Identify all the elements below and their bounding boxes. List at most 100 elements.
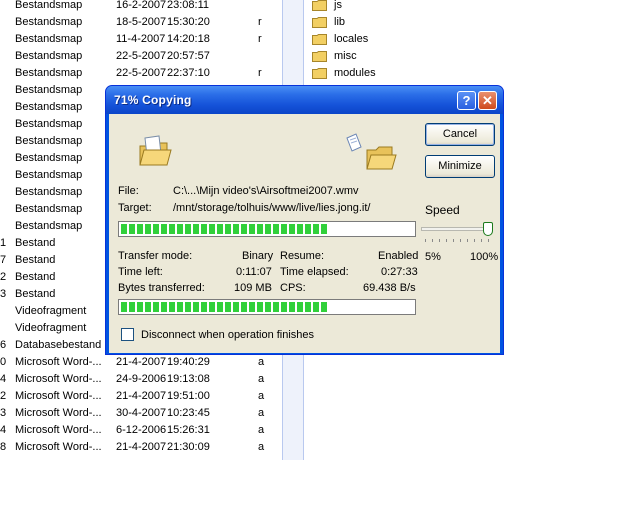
file-type: Bestandsmap [15,135,83,147]
folder-icon [312,68,327,79]
file-type: Databasebestand [15,339,102,351]
cps-label: CPS: [280,282,306,294]
speed-tick [425,239,426,242]
disconnect-label[interactable]: Disconnect when operation finishes [141,329,314,341]
folder-icon [312,34,327,45]
file-row-lead: 7 [0,254,6,266]
file-type: Bestandsmap [15,50,83,62]
file-row-lead: 0 [0,356,6,368]
file-progress-bar [118,221,416,237]
file-type: Videofragment [15,322,87,334]
file-date: 30-4-2007 [116,407,167,419]
folder-name: misc [334,50,357,62]
time-left-label: Time left: [118,266,163,278]
file-date: 16-2-2007 [116,0,167,11]
file-attributes: a [258,373,265,385]
cps-value: 69.438 B/s [363,282,416,294]
file-type: Microsoft Word-... [15,424,102,436]
minimize-button[interactable]: Minimize [425,155,495,178]
file-date: 18-5-2007 [116,16,167,28]
file-type: Bestand [15,288,56,300]
file-attributes: a [258,441,265,453]
cancel-button[interactable]: Cancel [425,123,495,146]
speed-label: Speed [425,203,460,217]
file-type: Bestandsmap [15,186,83,198]
file-time: 19:51:00 [167,390,210,402]
file-attributes: a [258,407,265,419]
file-row-lead: 1 [0,237,6,249]
speed-tick [460,239,461,242]
folder-list: js lib locales misc modules [305,0,505,90]
file-date: 24-9-2006 [116,373,167,385]
bytes-transferred-value: 109 MB [234,282,272,294]
folder-icon [312,17,327,28]
folder-icon [312,0,327,11]
speed-slider[interactable] [421,222,494,236]
source-folder-icon [139,135,172,166]
total-progress-fill [121,302,328,312]
file-label: File: [118,185,139,197]
total-progress-bar [118,299,416,315]
file-type: Bestandsmap [15,169,83,181]
copy-dialog: 71% Copying ? ✕ Cancel Minimize File: C:… [105,85,504,355]
file-type: Microsoft Word-... [15,356,102,368]
file-type: Microsoft Word-... [15,441,102,453]
file-date: 22-5-2007 [116,67,167,79]
speed-tick [467,239,468,242]
dialog-titlebar[interactable]: 71% Copying ? ✕ [106,86,503,114]
speed-max-label: 100% [470,251,499,263]
file-type: Bestandsmap [15,33,83,45]
file-type: Microsoft Word-... [15,373,102,385]
file-type: Bestandsmap [15,101,83,113]
file-type: Bestand [15,237,56,249]
file-time: 20:57:57 [167,50,210,62]
speed-tick [453,239,454,242]
file-attributes: r [258,67,262,79]
file-value: C:\...\Mijn video's\Airsoftmei2007.wmv [173,185,359,197]
folder-name: locales [334,33,369,45]
dialog-title: 71% Copying [114,93,192,107]
file-row-lead: 4 [0,424,6,436]
dialog-body: Cancel Minimize File: C:\...\Mijn video'… [109,114,500,353]
speed-slider-thumb[interactable] [483,222,493,236]
file-row-lead: 6 [0,339,6,351]
file-date: 6-12-2006 [116,424,167,436]
file-row-lead: 2 [0,390,6,402]
resume-value: Enabled [378,250,419,262]
file-type: Bestandsmap [15,0,83,11]
help-button[interactable]: ? [457,91,476,110]
file-type: Microsoft Word-... [15,407,102,419]
transfer-mode-label: Transfer mode: [118,250,193,262]
speed-tick [488,239,489,242]
time-left-value: 0:11:07 [236,266,272,278]
flying-page-icon [346,133,362,152]
file-date: 21-4-2007 [116,356,167,368]
file-attributes: a [258,390,265,402]
file-time: 15:26:31 [167,424,210,436]
speed-tick [481,239,482,242]
file-date: 21-4-2007 [116,441,167,453]
file-attributes: a [258,424,265,436]
folder-name: lib [334,16,346,28]
folder-name: modules [334,67,376,79]
file-attributes: r [258,33,262,45]
file-type: Bestand [15,271,56,283]
folder-icon [312,51,327,62]
file-row-lead: 3 [0,407,6,419]
target-label: Target: [118,202,152,214]
folder-name: js [334,0,342,11]
speed-tick [474,239,475,242]
bytes-transferred-label: Bytes transferred: [118,282,205,294]
file-type: Microsoft Word-... [15,390,102,402]
disconnect-checkbox[interactable] [121,328,134,341]
file-date: 21-4-2007 [116,390,167,402]
file-type: Bestandsmap [15,220,83,232]
file-row-lead: 3 [0,288,6,300]
close-button[interactable]: ✕ [478,91,497,110]
file-time: 15:30:20 [167,16,210,28]
file-time: 22:37:10 [167,67,210,79]
file-time: 21:30:09 [167,441,210,453]
target-folder-icon [366,146,397,170]
file-time: 19:40:29 [167,356,210,368]
target-value: /mnt/storage/tolhuis/www/live/lies.jong.… [173,202,371,214]
